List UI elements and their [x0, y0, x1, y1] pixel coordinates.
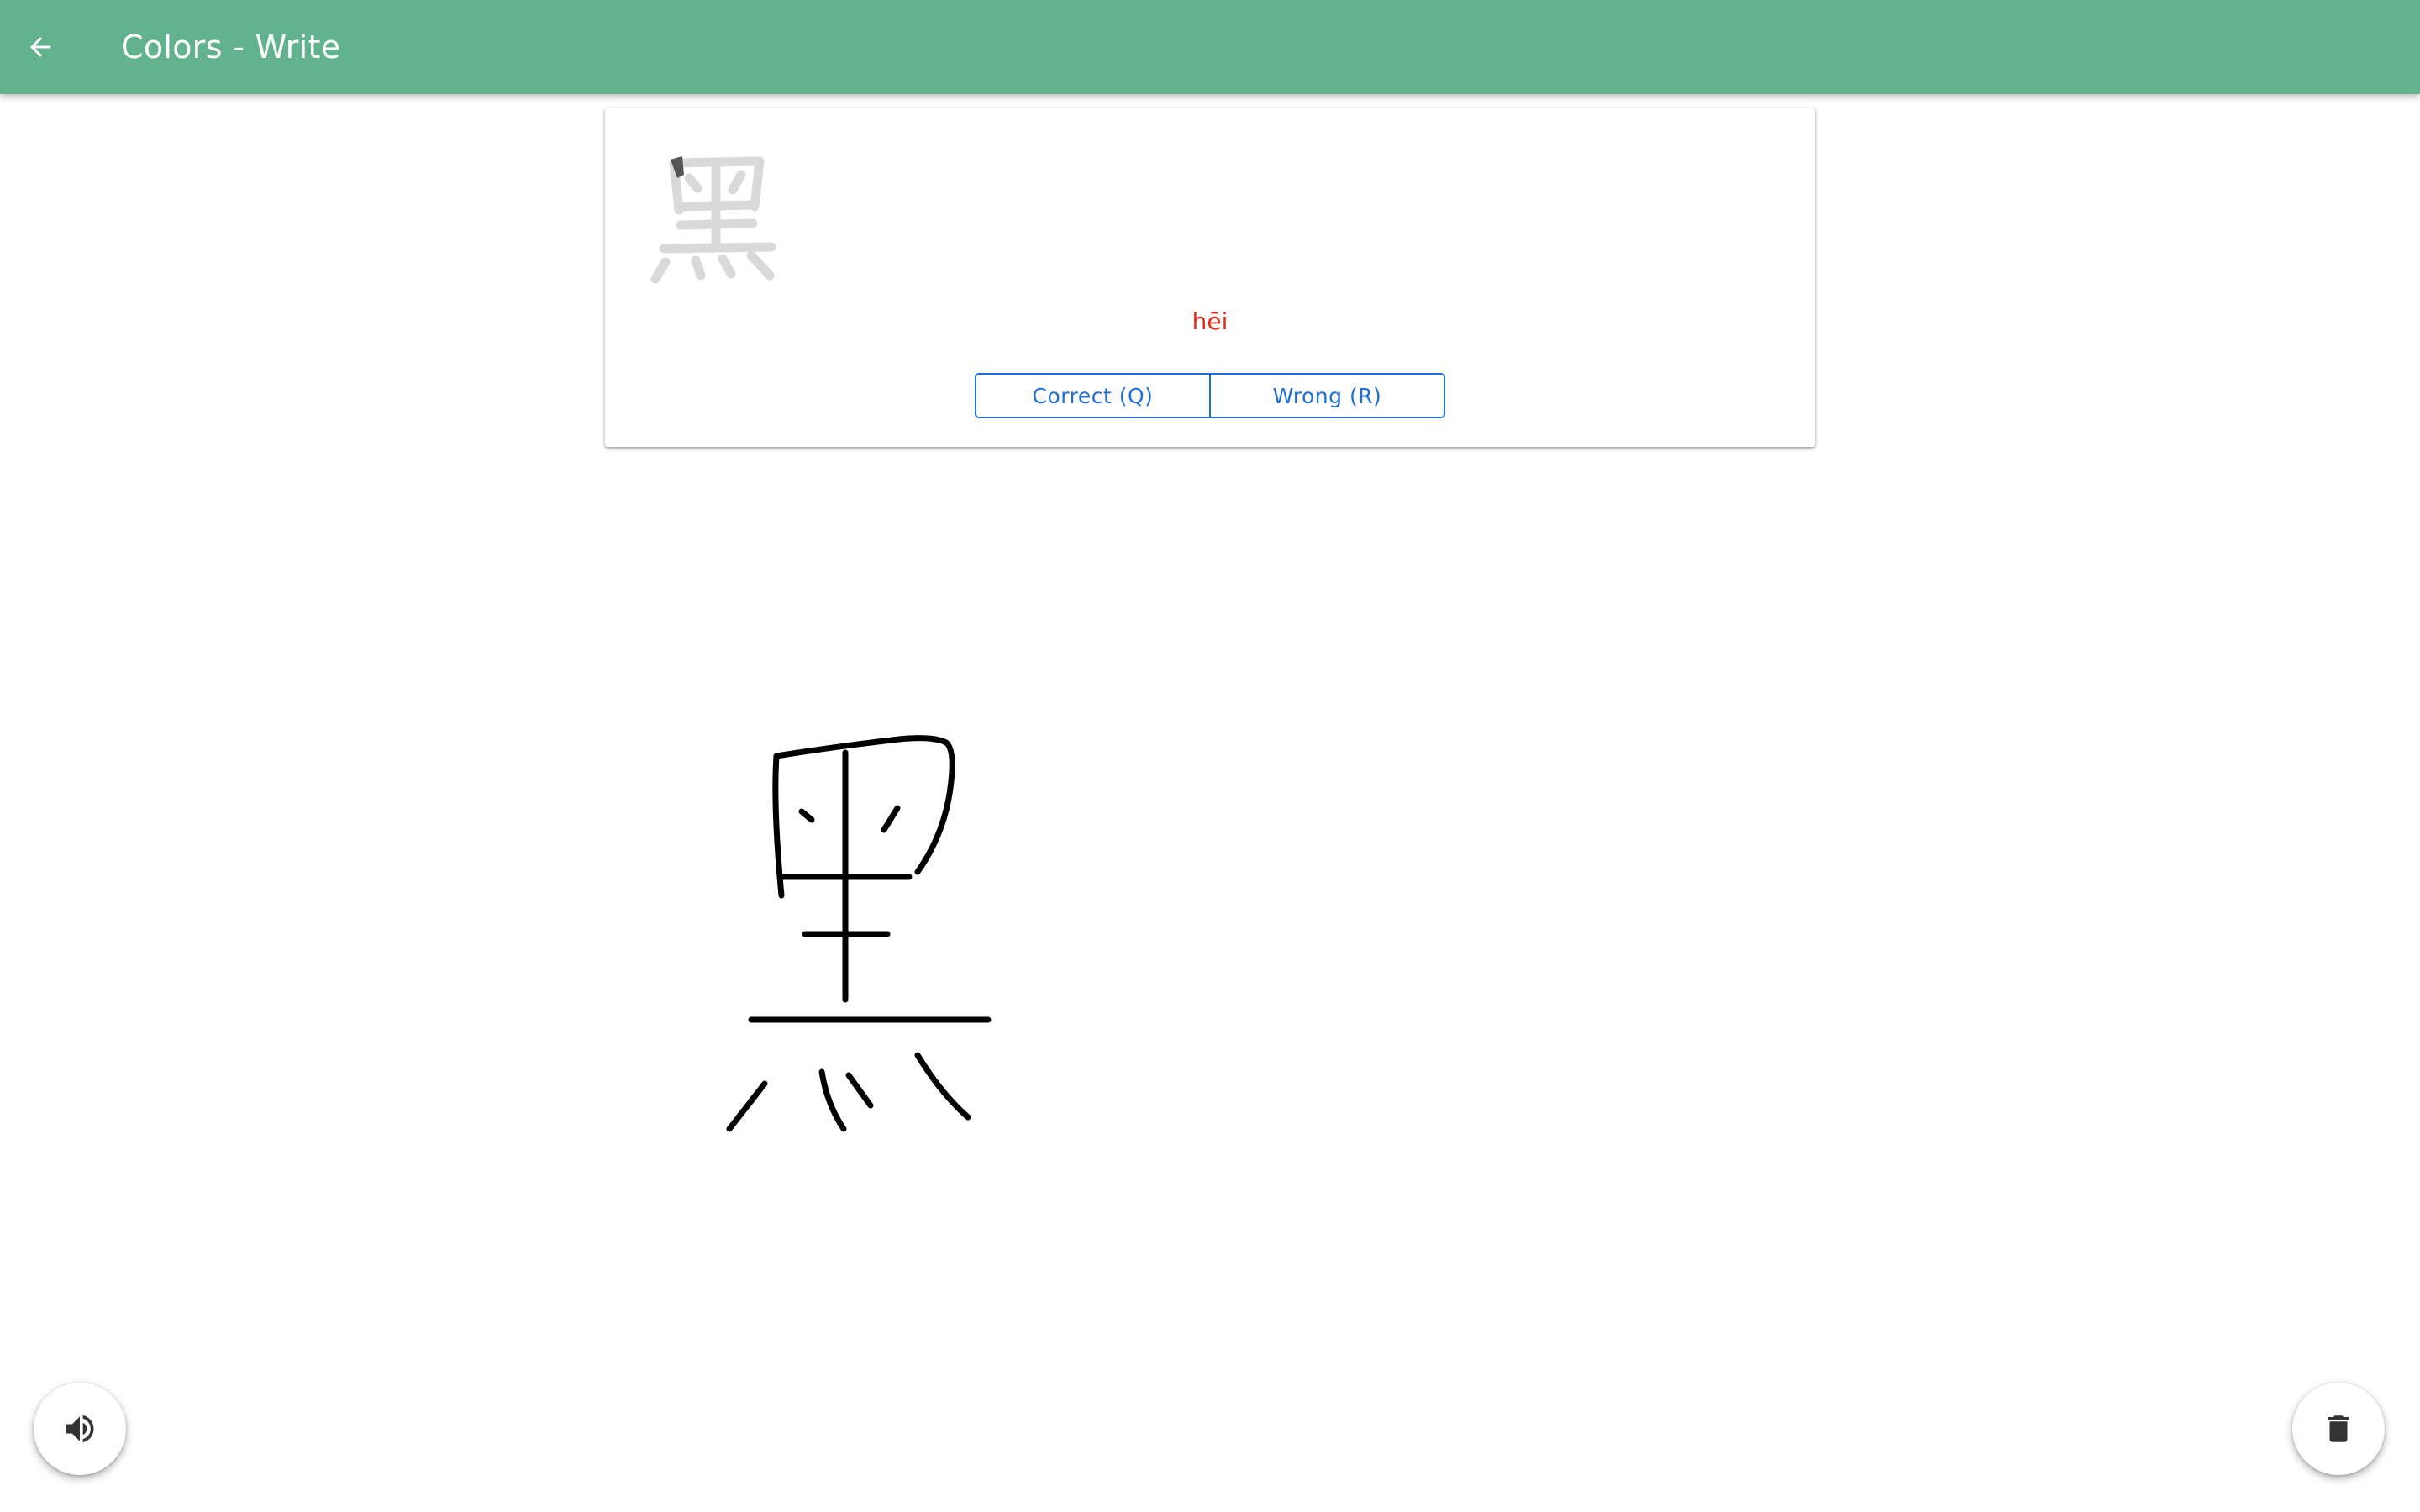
trash-icon	[2328, 1415, 2349, 1442]
speaker-icon	[66, 1415, 94, 1443]
stroke-dot-bottom-2	[818, 1068, 847, 1132]
correct-button[interactable]: Correct (Q)	[976, 375, 1209, 417]
stroke-top-frame	[773, 735, 955, 875]
stroke-dot-left	[798, 808, 815, 823]
stroke-dot-right	[881, 805, 901, 833]
wrong-button[interactable]: Wrong (R)	[1209, 375, 1444, 417]
app-root: Colors - Write hēi Correct (Q) Wrong (R)	[0, 0, 2420, 1512]
app-toolbar: Colors - Write	[0, 0, 2420, 94]
stroke-dot-bottom-3	[845, 1072, 874, 1109]
play-sound-button[interactable]	[34, 1383, 126, 1475]
answer-button-group: Correct (Q) Wrong (R)	[975, 373, 1445, 418]
page-title: Colors - Write	[121, 29, 341, 66]
stroke-dot-bottom-4	[914, 1052, 971, 1121]
clear-canvas-button[interactable]	[2292, 1383, 2385, 1475]
pinyin-text: hēi	[1192, 307, 1228, 335]
stroke-dot-bottom-1	[726, 1080, 768, 1132]
arrow-left-icon	[30, 37, 50, 57]
back-button[interactable]	[13, 20, 67, 74]
handwritten-strokes	[726, 735, 992, 1132]
